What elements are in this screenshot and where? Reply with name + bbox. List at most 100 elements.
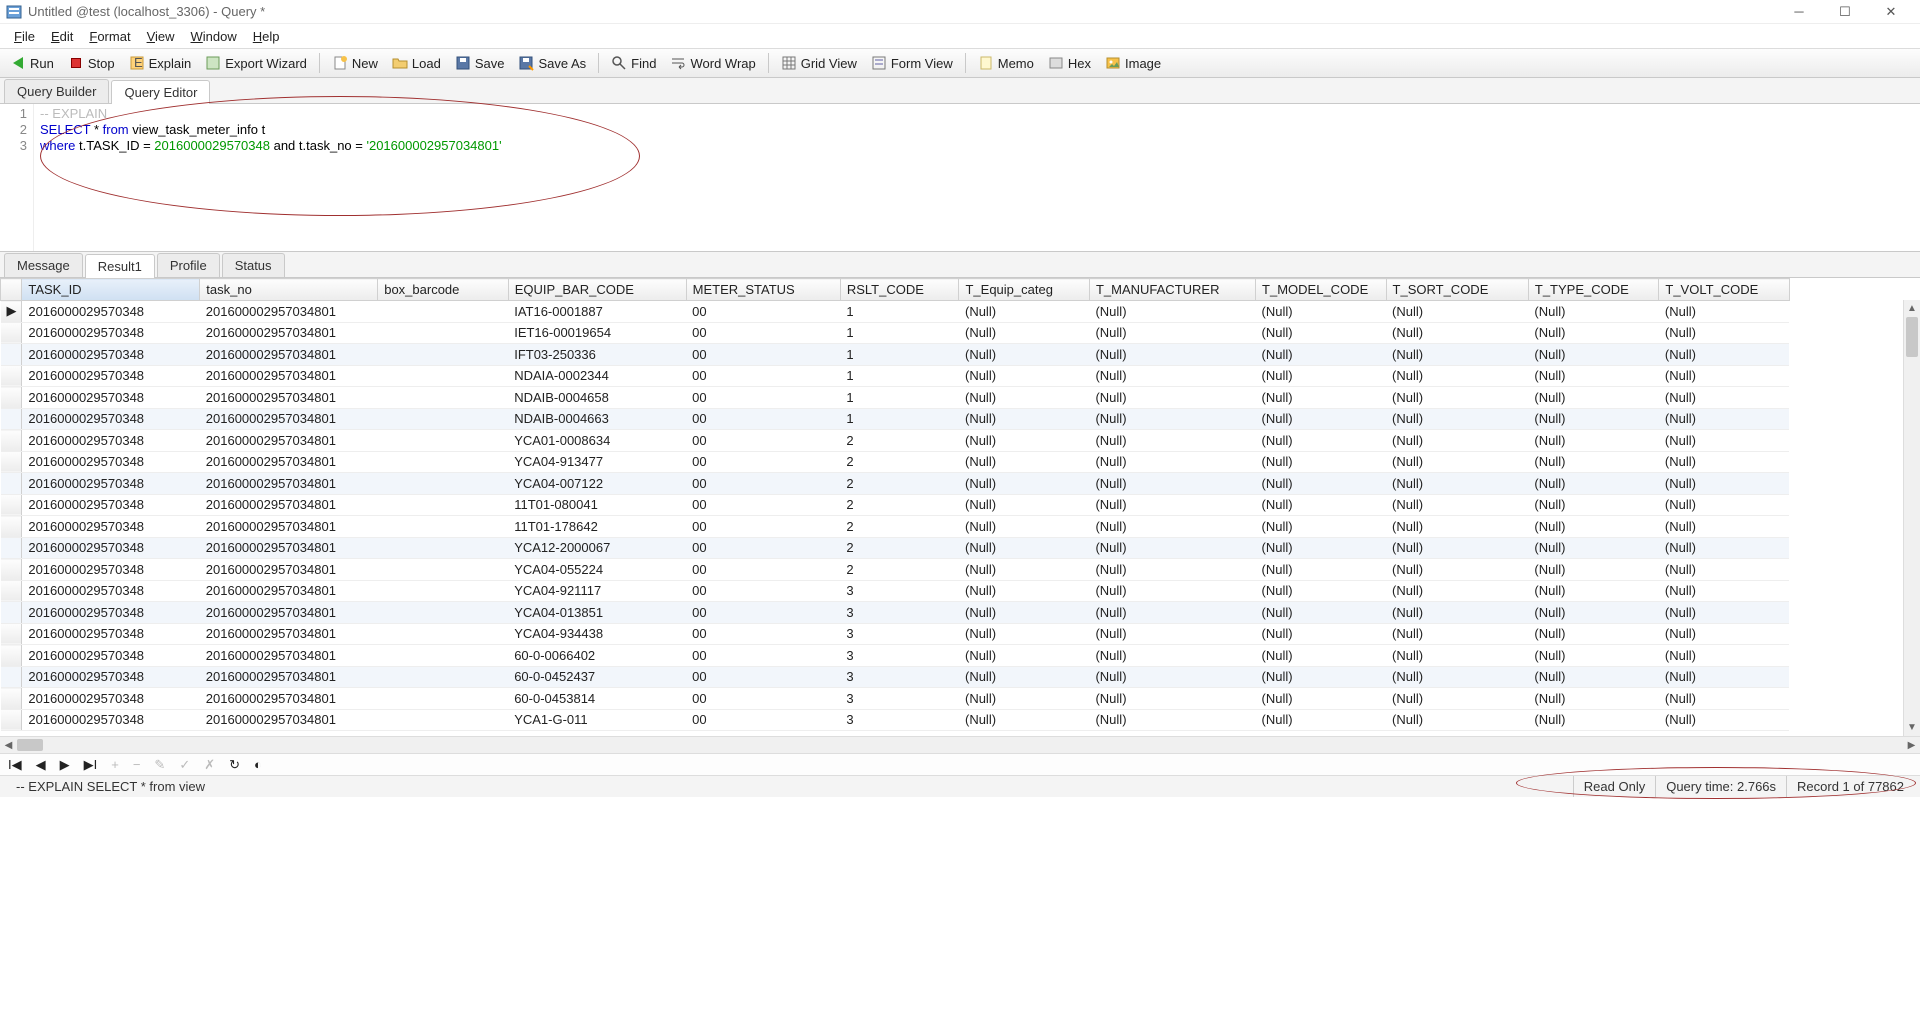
cell[interactable]: (Null) xyxy=(1256,516,1386,538)
cell[interactable]: YCA1-G-011 xyxy=(508,709,686,731)
cell[interactable]: NDAIB-0004658 xyxy=(508,387,686,409)
cell[interactable]: 00 xyxy=(686,559,840,581)
table-row[interactable]: 2016000029570348201600002957034801YCA04-… xyxy=(1,451,1920,473)
cell[interactable]: (Null) xyxy=(1089,688,1255,710)
column-header[interactable]: T_TYPE_CODE xyxy=(1528,279,1658,301)
cell[interactable]: (Null) xyxy=(1528,451,1658,473)
cell[interactable]: 2 xyxy=(840,430,959,452)
cell[interactable]: YCA04-913477 xyxy=(508,451,686,473)
table-row[interactable]: 2016000029570348201600002957034801YCA04-… xyxy=(1,623,1920,645)
cell[interactable]: 00 xyxy=(686,688,840,710)
cell[interactable]: (Null) xyxy=(959,709,1089,731)
cell[interactable]: (Null) xyxy=(959,301,1089,323)
cell[interactable]: (Null) xyxy=(1386,387,1528,409)
cell[interactable] xyxy=(378,473,508,495)
cell[interactable] xyxy=(378,451,508,473)
cell[interactable]: 00 xyxy=(686,537,840,559)
cell[interactable]: 2 xyxy=(840,516,959,538)
cell[interactable]: 3 xyxy=(840,602,959,624)
cell[interactable]: (Null) xyxy=(1386,623,1528,645)
tab-query-editor[interactable]: Query Editor xyxy=(111,80,210,104)
cell[interactable]: 60-0-0453814 xyxy=(508,688,686,710)
formview-button[interactable]: Form View xyxy=(865,53,959,73)
cell[interactable]: 201600002957034801 xyxy=(200,602,378,624)
cell[interactable] xyxy=(378,408,508,430)
table-row[interactable]: 2016000029570348201600002957034801YCA01-… xyxy=(1,430,1920,452)
cell[interactable]: (Null) xyxy=(1256,537,1386,559)
cell[interactable]: (Null) xyxy=(1528,430,1658,452)
cell[interactable]: 201600002957034801 xyxy=(200,666,378,688)
cell[interactable]: (Null) xyxy=(959,602,1089,624)
nav-prev[interactable]: ◀ xyxy=(34,757,48,773)
cell[interactable]: (Null) xyxy=(1659,451,1789,473)
cell[interactable]: (Null) xyxy=(1386,451,1528,473)
cell[interactable]: (Null) xyxy=(1089,537,1255,559)
cell[interactable]: 3 xyxy=(840,666,959,688)
cell[interactable]: (Null) xyxy=(1659,666,1789,688)
cell[interactable]: 00 xyxy=(686,623,840,645)
cell[interactable]: 2016000029570348 xyxy=(22,623,200,645)
image-button[interactable]: Image xyxy=(1099,53,1167,73)
cell[interactable]: 1 xyxy=(840,387,959,409)
cell[interactable]: (Null) xyxy=(1528,473,1658,495)
cell[interactable]: 00 xyxy=(686,322,840,344)
table-row[interactable]: 2016000029570348201600002957034801YCA12-… xyxy=(1,537,1920,559)
column-header[interactable]: T_Equip_categ xyxy=(959,279,1089,301)
cell[interactable]: (Null) xyxy=(1528,602,1658,624)
cell[interactable]: (Null) xyxy=(1659,645,1789,667)
scroll-down-icon[interactable]: ▼ xyxy=(1904,719,1920,736)
cell[interactable]: 1 xyxy=(840,322,959,344)
tab-status[interactable]: Status xyxy=(222,253,285,277)
cell[interactable]: 1 xyxy=(840,408,959,430)
cell[interactable]: (Null) xyxy=(1528,408,1658,430)
cell[interactable]: (Null) xyxy=(1386,580,1528,602)
cell[interactable]: (Null) xyxy=(1089,709,1255,731)
cell[interactable]: (Null) xyxy=(1256,473,1386,495)
cell[interactable]: 2 xyxy=(840,559,959,581)
cell[interactable]: (Null) xyxy=(1659,537,1789,559)
cell[interactable]: 00 xyxy=(686,580,840,602)
cell[interactable]: 3 xyxy=(840,580,959,602)
cell[interactable]: (Null) xyxy=(1089,666,1255,688)
table-row[interactable]: 2016000029570348201600002957034801YCA1-G… xyxy=(1,709,1920,731)
cell[interactable]: (Null) xyxy=(1659,516,1789,538)
cell[interactable] xyxy=(378,494,508,516)
save-button[interactable]: Save xyxy=(449,53,511,73)
nav-refresh[interactable]: ↻ xyxy=(227,757,242,773)
cell[interactable]: (Null) xyxy=(1528,322,1658,344)
cell[interactable]: (Null) xyxy=(1256,709,1386,731)
cell[interactable]: (Null) xyxy=(959,473,1089,495)
cell[interactable]: (Null) xyxy=(959,494,1089,516)
cell[interactable]: (Null) xyxy=(1089,516,1255,538)
cell[interactable]: 2016000029570348 xyxy=(22,430,200,452)
memo-button[interactable]: Memo xyxy=(972,53,1040,73)
cell[interactable]: (Null) xyxy=(1089,344,1255,366)
column-header[interactable]: EQUIP_BAR_CODE xyxy=(508,279,686,301)
cell[interactable]: YCA04-013851 xyxy=(508,602,686,624)
cell[interactable]: (Null) xyxy=(959,365,1089,387)
cell[interactable]: 2016000029570348 xyxy=(22,301,200,323)
table-row[interactable]: 2016000029570348201600002957034801IFT03-… xyxy=(1,344,1920,366)
column-header[interactable]: task_no xyxy=(200,279,378,301)
menu-help[interactable]: Help xyxy=(245,27,288,46)
cell[interactable]: 2016000029570348 xyxy=(22,688,200,710)
cell[interactable] xyxy=(378,688,508,710)
cell[interactable]: 2016000029570348 xyxy=(22,408,200,430)
cell[interactable]: (Null) xyxy=(1089,494,1255,516)
cell[interactable]: 201600002957034801 xyxy=(200,688,378,710)
cell[interactable]: 1 xyxy=(840,365,959,387)
cell[interactable]: 60-0-0452437 xyxy=(508,666,686,688)
cell[interactable]: NDAIA-0002344 xyxy=(508,365,686,387)
cell[interactable]: NDAIB-0004663 xyxy=(508,408,686,430)
cell[interactable]: (Null) xyxy=(1386,537,1528,559)
nav-first[interactable]: I◀ xyxy=(6,757,24,773)
vertical-scrollbar[interactable]: ▲ ▼ xyxy=(1903,300,1920,736)
cell[interactable] xyxy=(378,430,508,452)
nav-next[interactable]: ▶ xyxy=(58,757,72,773)
explain-button[interactable]: EExplain xyxy=(123,53,198,73)
cell[interactable]: 2 xyxy=(840,451,959,473)
cell[interactable]: (Null) xyxy=(1659,580,1789,602)
cell[interactable]: (Null) xyxy=(1386,688,1528,710)
cell[interactable]: (Null) xyxy=(959,537,1089,559)
cell[interactable]: (Null) xyxy=(1256,451,1386,473)
